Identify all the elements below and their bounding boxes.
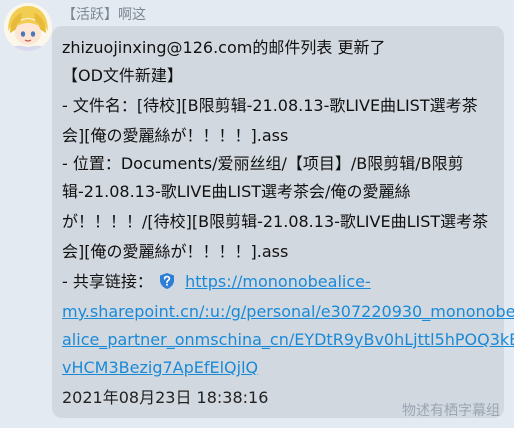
message-line: - 文件名：[待校][B限剪辑-21.08.13-歌LIVE曲LIST選考茶	[62, 96, 478, 115]
message-line: 会][俺の愛麗絲が！！！！].ass	[62, 242, 289, 261]
avatar-image	[4, 3, 52, 51]
message-bubble: zhizuojinxing@126.com的邮件列表 更新了 【OD文件新建】 …	[52, 26, 514, 418]
message-line: 【OD文件新建】	[62, 66, 183, 85]
message-line: が！！！！/[待校][B限剪辑-21.08.13-歌LIVE曲LIST選考茶	[62, 212, 489, 231]
share-link-continuation[interactable]: vHCM3Bezig7ApEfElQjlQ	[62, 358, 258, 378]
share-link[interactable]: https://mononobealice-	[185, 272, 371, 291]
watermark: 物述有栖字幕组	[402, 403, 500, 419]
message-timestamp: 2021年08月23日 18:38:16	[62, 388, 269, 407]
message-line: - 位置：Documents/爱丽丝组/【项目】/B限剪辑/B限剪	[62, 154, 464, 173]
share-label: - 共享链接：	[62, 272, 153, 291]
share-link-continuation[interactable]: alice_partner_onmschina_cn/EYDtR9yBv0hLj…	[62, 330, 514, 350]
message-line: zhizuojinxing@126.com的邮件列表 更新了	[62, 38, 386, 57]
sender-name: 【活跃】啊这	[62, 7, 146, 23]
shield-question-icon	[158, 272, 176, 290]
share-link-continuation[interactable]: my.sharepoint.cn/:u:/g/personal/e3072209…	[62, 302, 514, 322]
avatar[interactable]	[4, 3, 52, 51]
share-link-row: - 共享链接： https://mononobealice-	[62, 272, 371, 292]
message-line: 辑-21.08.13-歌LIVE曲LIST選考茶会/俺の愛麗絲	[62, 182, 411, 201]
message-line: 会][俺の愛麗絲が！！！！].ass	[62, 126, 289, 145]
